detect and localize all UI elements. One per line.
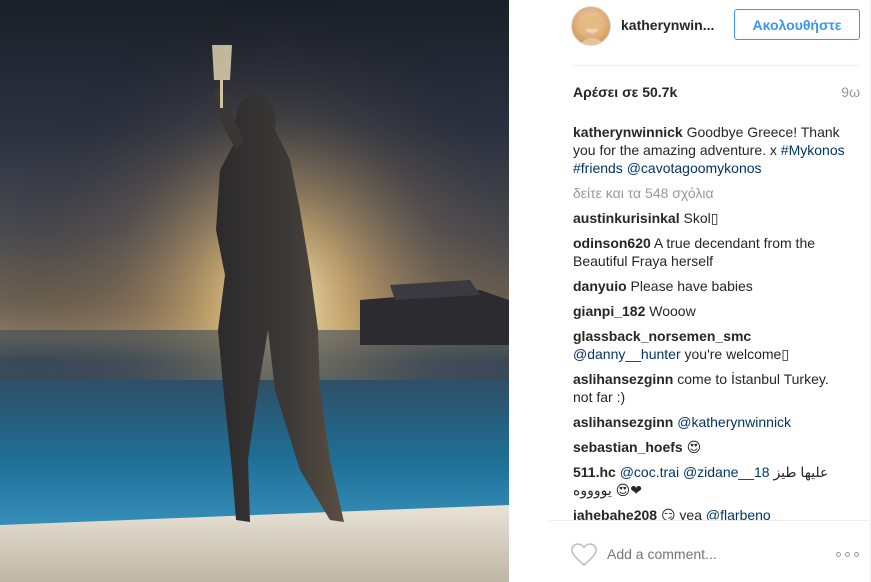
post-side-panel: katherynwin... Ακολουθήστε Αρέσει σε 50.… [549, 0, 871, 582]
comment-username[interactable]: odinson620 [573, 235, 651, 251]
comment-mention[interactable]: @flarbeno [706, 507, 771, 520]
more-options-icon[interactable] [836, 548, 862, 560]
comment-username[interactable]: sebastian_hoefs [573, 439, 683, 455]
comment-item: danyuio Please have babies [573, 277, 849, 295]
comment-mention[interactable]: @danny__hunter [573, 346, 681, 362]
comment-item: 511.hc @coc.trai @zidane__18 عليها طيز ي… [573, 463, 849, 499]
heart-outline-icon[interactable] [571, 543, 597, 567]
avatar[interactable] [571, 6, 611, 46]
photo-panel-gap [509, 0, 549, 582]
photo-illustration [0, 0, 509, 582]
caption-tag-friends[interactable]: #friends [573, 160, 623, 176]
comment-text: 😏 yea [657, 507, 706, 520]
comments-list: katherynwinnick Goodbye Greece! Thank yo… [573, 123, 849, 520]
follow-button[interactable]: Ακολουθήστε [734, 9, 860, 40]
comment-username[interactable]: aslihansezginn [573, 371, 673, 387]
post-time[interactable]: 9ω [841, 84, 860, 100]
post-photo[interactable] [0, 0, 509, 582]
comment-footer [549, 520, 871, 582]
comment-username[interactable]: aslihansezginn [573, 414, 673, 430]
comment-item: aslihansezginn @katherynwinnick [573, 413, 849, 431]
comment-item: odinson620 A true decendant from the Bea… [573, 234, 849, 270]
post-viewer: katherynwin... Ακολουθήστε Αρέσει σε 50.… [0, 0, 871, 582]
comment-username[interactable]: 511.hc [573, 464, 616, 480]
comment-item: iahebahe208 😏 yea @flarbeno [573, 506, 849, 520]
comment-text: Skol▯ [679, 210, 719, 226]
add-comment-input[interactable] [607, 543, 817, 565]
comment-username[interactable]: iahebahe208 [573, 507, 657, 520]
comment-mention[interactable]: @katherynwinnick [673, 414, 791, 430]
post-header: katherynwin... Ακολουθήστε [549, 0, 871, 64]
dot-icon [836, 551, 841, 557]
likes-count[interactable]: Αρέσει σε 50.7k [573, 84, 677, 100]
comment-item: sebastian_hoefs 😍 [573, 438, 849, 456]
comment-item: aslihansezginn come to İstanbul Turkey. … [573, 370, 849, 406]
comment-text: you're welcome▯ [680, 346, 790, 362]
post-username[interactable]: katherynwin... [621, 17, 721, 33]
caption-username[interactable]: katherynwinnick [573, 124, 683, 140]
dot-icon [854, 551, 859, 557]
comment-username[interactable]: gianpi_182 [573, 303, 645, 319]
comment-text: Wooow [645, 303, 696, 319]
comment-username[interactable]: danyuio [573, 278, 627, 294]
avatar-icon [580, 15, 604, 45]
comment-item: gianpi_182 Wooow [573, 302, 849, 320]
comment-username[interactable]: austinkurisinkal [573, 210, 680, 226]
comment-text: Please have babies [626, 278, 753, 294]
dot-icon [845, 551, 850, 557]
comment-text: 😍 [682, 439, 702, 455]
caption-tag-cavotago[interactable]: @cavotagoomykonos [627, 160, 762, 176]
comment-mention[interactable]: @coc.trai @zidane__18 [616, 464, 770, 480]
view-all-comments-link[interactable]: δείτε και τα 548 σχόλια [573, 184, 849, 202]
comment-item: glassback_norsemen_smc @danny__hunter yo… [573, 327, 849, 363]
caption-tag-mykonos[interactable]: #Mykonos [781, 142, 845, 158]
comment-username[interactable]: glassback_norsemen_smc [573, 328, 751, 344]
caption: katherynwinnick Goodbye Greece! Thank yo… [573, 123, 849, 177]
likes-row: Αρέσει σε 50.7k 9ω [573, 84, 860, 104]
header-divider [573, 65, 860, 66]
comment-item: austinkurisinkal Skol▯ [573, 209, 849, 227]
